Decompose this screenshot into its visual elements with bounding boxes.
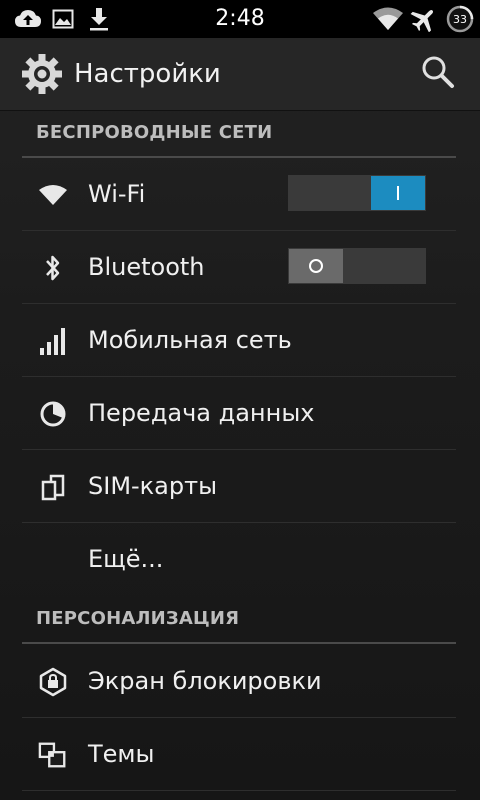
settings-item-label: Bluetooth [88, 253, 205, 281]
settings-item-bluetooth[interactable]: Bluetooth [22, 231, 456, 304]
wifi-signal-icon [372, 7, 404, 35]
bluetooth-toggle[interactable] [288, 248, 426, 284]
settings-item-lock-screen[interactable]: Экран блокировки [22, 645, 456, 718]
settings-item-label: Мобильная сеть [88, 326, 292, 354]
action-bar: Настройки [0, 38, 480, 111]
page-title: Настройки [74, 59, 221, 89]
wifi-icon [38, 180, 68, 210]
settings-item-sim-cards[interactable]: SIM-карты [22, 450, 456, 523]
status-time: 2:48 [215, 6, 265, 31]
airplane-mode-icon [410, 6, 438, 36]
settings-item-wifi[interactable]: Wi-Fi [22, 158, 456, 231]
battery-icon: 33 [446, 5, 474, 37]
settings-item-more[interactable]: Ещё... [22, 523, 456, 595]
battery-level-text: 33 [453, 13, 467, 26]
section-header-label: БЕСПРОВОДНЫЕ СЕТИ [36, 122, 273, 143]
section-header-personalization: ПЕРСОНАЛИЗАЦИЯ [22, 598, 456, 644]
search-icon [420, 54, 456, 94]
settings-item-themes[interactable]: Темы [22, 718, 456, 791]
settings-screen: 2:48 33 Настройки БЕСПРОВОДНЫЕ СЕТИ Wi-F… [0, 0, 480, 800]
settings-item-label: Ещё... [88, 545, 164, 573]
settings-item-label: SIM-карты [88, 472, 218, 500]
wifi-toggle[interactable] [288, 175, 426, 211]
toggle-thumb [289, 249, 343, 283]
settings-item-data-usage[interactable]: Передача данных [22, 377, 456, 450]
cellular-signal-icon [38, 326, 68, 356]
section-header-label: ПЕРСОНАЛИЗАЦИЯ [36, 608, 240, 629]
toggle-thumb [371, 176, 425, 210]
bluetooth-icon [38, 253, 68, 283]
status-bar: 2:48 33 [0, 0, 480, 38]
search-button[interactable] [414, 52, 462, 96]
settings-item-label: Экран блокировки [88, 667, 322, 695]
settings-item-mobile-network[interactable]: Мобильная сеть [22, 304, 456, 377]
sim-cards-icon [38, 472, 68, 502]
settings-item-label: Передача данных [88, 399, 315, 427]
settings-item-label: Темы [88, 740, 155, 768]
lock-screen-icon [38, 667, 68, 697]
section-header-wireless: БЕСПРОВОДНЫЕ СЕТИ [22, 112, 456, 158]
settings-gear-icon[interactable] [20, 52, 64, 100]
data-usage-icon [38, 399, 68, 429]
settings-item-label: Wi-Fi [88, 180, 146, 208]
themes-icon [38, 740, 68, 770]
